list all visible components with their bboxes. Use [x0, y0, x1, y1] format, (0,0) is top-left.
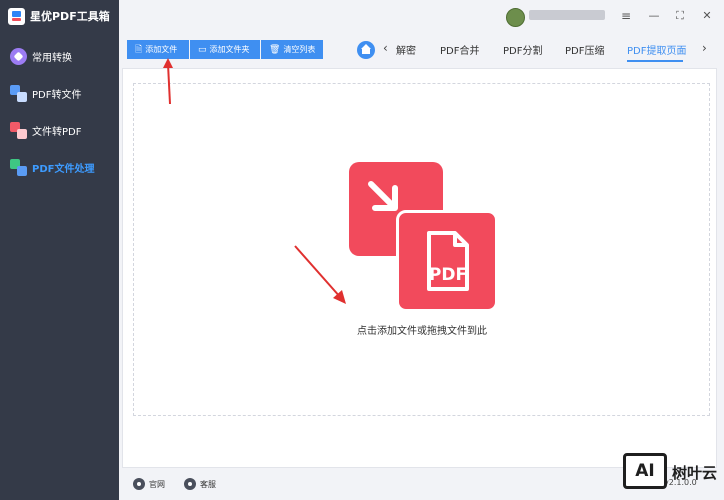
clear-list-label: 清空列表 — [283, 45, 316, 54]
tab-pdf-merge[interactable]: PDF合并 — [440, 42, 479, 57]
maximize-icon[interactable]: ⛶ — [670, 6, 690, 26]
tab-pdf-compress[interactable]: PDF压缩 — [565, 42, 604, 57]
add-file-button[interactable]: 🗎 添加文件 — [127, 40, 189, 59]
minimize-icon[interactable]: — — [644, 6, 664, 26]
tab-pdf-split[interactable]: PDF分割 — [503, 42, 542, 57]
website-label: 官网 — [149, 479, 165, 489]
app-title: 星优PDF工具箱 — [30, 10, 110, 23]
clear-list-button[interactable]: 🗑 清空列表 — [261, 40, 323, 59]
sidebar-item-label: 常用转换 — [32, 52, 72, 64]
globe-icon — [133, 478, 145, 490]
trash-icon: 🗑 — [269, 44, 281, 55]
chat-icon — [184, 478, 196, 490]
tab-pdf-extract-pages[interactable]: PDF提取页面 — [627, 42, 686, 57]
sidebar-item-label: 文件转PDF — [32, 126, 82, 138]
menu-icon[interactable]: ≡ — [616, 6, 636, 26]
user-avatar[interactable] — [506, 8, 525, 27]
sidebar-item-file-to-pdf[interactable]: 文件转PDF — [10, 120, 81, 140]
convert-icon — [10, 47, 27, 65]
tabs-next-icon[interactable]: › — [702, 41, 707, 55]
drop-hint-text[interactable]: 点击添加文件或拖拽文件到此 — [340, 322, 504, 337]
tab-decrypt[interactable]: 解密 — [396, 42, 416, 57]
app-brand: 星优PDF工具箱 — [8, 6, 110, 26]
sidebar-item-pdf-processing[interactable]: PDF文件处理 — [10, 157, 94, 177]
sidebar: 星优PDF工具箱 常用转换 PDF转文件 文件转PDF PDF文件处理 — [0, 0, 119, 500]
file-to-pdf-icon — [10, 121, 27, 139]
active-tab-indicator — [627, 60, 683, 62]
sidebar-item-label: PDF文件处理 — [32, 163, 95, 175]
pdf-processing-icon — [10, 158, 27, 176]
annotation-arrow-down — [294, 245, 346, 304]
app-logo-icon — [8, 7, 25, 25]
watermark-logo-icon: AI — [623, 453, 667, 489]
sidebar-item-common-convert[interactable]: 常用转换 — [10, 46, 72, 66]
pdf-file-icon[interactable]: PDF — [396, 210, 498, 312]
add-folder-button[interactable]: ▭ 添加文件夹 — [190, 40, 260, 59]
support-label: 客服 — [200, 479, 216, 489]
annotation-arrow-up — [163, 58, 173, 105]
folder-icon: ▭ — [198, 44, 207, 55]
watermark-text: 树叶云 — [672, 464, 718, 482]
sidebar-item-label: PDF转文件 — [32, 89, 82, 101]
close-icon[interactable]: ✕ — [697, 6, 717, 26]
support-link[interactable]: 客服 — [184, 477, 216, 491]
tool-tabs: 解密 PDF合并 PDF分割 PDF压缩 PDF提取页面 — [380, 38, 696, 62]
sidebar-item-pdf-to-file[interactable]: PDF转文件 — [10, 83, 81, 103]
pdf-text: PDF — [429, 265, 467, 285]
user-name-blurred[interactable] — [529, 10, 605, 20]
add-file-label: 添加文件 — [145, 45, 178, 54]
file-icon: 🗎 — [135, 44, 143, 55]
website-link[interactable]: 官网 — [133, 477, 165, 491]
add-folder-label: 添加文件夹 — [209, 45, 250, 54]
home-icon[interactable] — [357, 41, 375, 59]
pdf-to-file-icon — [10, 84, 27, 102]
